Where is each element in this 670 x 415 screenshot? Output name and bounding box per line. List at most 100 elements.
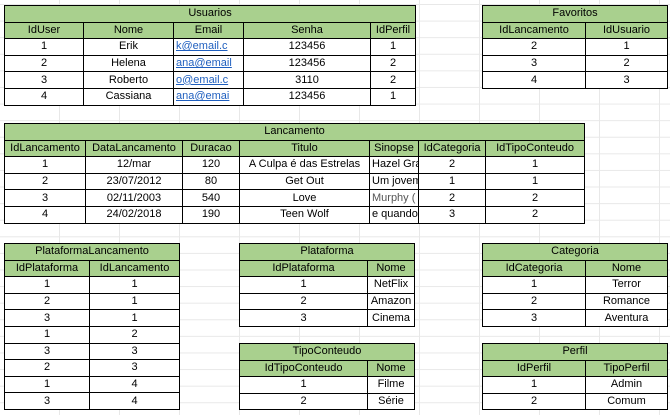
cell[interactable]: 1 [4, 375, 90, 394]
cell[interactable]: 24/02/2018 [85, 205, 183, 224]
cell[interactable]: 3 [482, 309, 586, 327]
column-header[interactable]: IdLancamento [4, 139, 86, 158]
cell[interactable]: Admin [585, 376, 668, 394]
column-header[interactable]: IdPerfil [482, 359, 586, 378]
cell[interactable]: 2 [482, 38, 586, 56]
cell-senha[interactable]: 3110 [243, 71, 371, 89]
cell-iduser[interactable]: 1 [4, 38, 84, 56]
cell[interactable]: 4 [88, 392, 181, 410]
cell[interactable]: 3 [88, 342, 181, 361]
column-header[interactable]: Nome [83, 21, 174, 40]
cell[interactable]: 4 [4, 205, 86, 224]
cell[interactable]: 1 [484, 156, 586, 174]
cell-idperfil[interactable]: 2 [369, 71, 417, 89]
cell[interactable]: 3 [239, 309, 368, 327]
cell[interactable]: 3 [4, 342, 90, 361]
cell-senha[interactable]: 123456 [243, 54, 371, 73]
cell[interactable]: A Culpa é das Estrelas [239, 156, 370, 174]
cell[interactable]: Love [239, 189, 370, 207]
cell[interactable]: 1 [239, 376, 368, 394]
column-header[interactable]: IdUser [4, 21, 84, 40]
column-header[interactable]: IdCategoria [418, 139, 486, 158]
cell-iduser[interactable]: 2 [4, 54, 84, 73]
cell[interactable]: Comum [585, 392, 668, 411]
cell[interactable]: 12/mar [85, 156, 183, 174]
cell-idperfil[interactable]: 1 [369, 38, 417, 56]
cell[interactable]: Série [366, 392, 416, 411]
cell-sinopse[interactable]: Murphy ( [369, 189, 419, 207]
cell[interactable]: 1 [88, 276, 181, 294]
cell[interactable]: 1 [88, 292, 181, 311]
cell[interactable]: 2 [4, 292, 90, 311]
column-header[interactable]: IdTipoConteudo [239, 359, 368, 378]
cell[interactable]: 23/07/2012 [85, 172, 183, 191]
cell[interactable]: 1 [418, 172, 486, 191]
cell[interactable]: Filme [366, 376, 416, 394]
cell[interactable]: 2 [484, 189, 586, 207]
cell[interactable]: Get Out [239, 172, 370, 191]
cell[interactable]: 2 [4, 359, 90, 377]
column-header[interactable]: Nome [366, 359, 416, 378]
cell[interactable]: 2 [585, 54, 668, 73]
cell[interactable]: Terror [584, 276, 669, 294]
column-header[interactable]: Titulo [239, 139, 370, 158]
cell[interactable]: 1 [88, 309, 181, 327]
cell-iduser[interactable]: 4 [4, 87, 84, 106]
cell[interactable]: 190 [182, 205, 240, 224]
cell[interactable]: 540 [182, 189, 240, 207]
cell[interactable]: 3 [482, 54, 586, 73]
cell-nome[interactable]: Erik [83, 38, 174, 56]
cell-email-link[interactable]: ana@email [173, 54, 244, 73]
cell-sinopse[interactable]: e quando [369, 205, 419, 224]
cell-email-link[interactable]: o@email.c [173, 71, 244, 89]
cell[interactable]: NetFlix [366, 276, 416, 294]
cell-email-link[interactable]: k@email.c [173, 38, 244, 56]
cell[interactable]: 2 [88, 325, 181, 344]
cell[interactable]: 3 [4, 392, 90, 410]
column-header[interactable]: Senha [243, 21, 371, 40]
column-header[interactable]: IdPlataforma [4, 259, 90, 278]
cell[interactable]: 3 [4, 189, 86, 207]
cell[interactable]: 2 [239, 392, 368, 411]
cell-senha[interactable]: 123456 [243, 38, 371, 56]
cell[interactable]: 2 [239, 292, 368, 311]
cell[interactable]: 120 [182, 156, 240, 174]
cell[interactable]: 1 [482, 276, 586, 294]
cell[interactable]: 4 [88, 375, 181, 394]
column-header[interactable]: DataLancamento [85, 139, 183, 158]
column-header[interactable]: Sinopse [369, 139, 419, 158]
cell-sinopse[interactable]: Hazel Gra [369, 156, 419, 174]
cell[interactable]: 3 [4, 309, 90, 327]
cell[interactable]: Cinema [366, 309, 416, 327]
cell[interactable]: 1 [482, 376, 586, 394]
cell[interactable]: 4 [482, 71, 586, 89]
cell[interactable]: 02/11/2003 [85, 189, 183, 207]
cell[interactable]: 2 [418, 189, 486, 207]
column-header[interactable]: Email [173, 21, 244, 40]
cell-nome[interactable]: Cassiana [83, 87, 174, 106]
column-header[interactable]: TipoPerfil [585, 359, 668, 378]
cell[interactable]: Aventura [584, 309, 669, 327]
cell-nome[interactable]: Helena [83, 54, 174, 73]
column-header[interactable]: IdUsuario [585, 21, 668, 40]
column-header[interactable]: IdPlataforma [239, 259, 368, 278]
column-header[interactable]: IdCategoria [482, 259, 586, 278]
column-header[interactable]: IdPerfil [369, 21, 417, 40]
cell[interactable]: 1 [484, 172, 586, 191]
column-header[interactable]: Nome [366, 259, 416, 278]
cell[interactable]: 2 [4, 172, 86, 191]
cell[interactable]: 2 [418, 156, 486, 174]
cell[interactable]: 2 [484, 205, 586, 224]
cell-iduser[interactable]: 3 [4, 71, 84, 89]
cell[interactable]: 2 [482, 292, 586, 311]
cell-sinopse[interactable]: Um jovem [369, 172, 419, 191]
cell[interactable]: Teen Wolf [239, 205, 370, 224]
cell-email-link[interactable]: ana@emai [173, 87, 244, 106]
cell-idperfil[interactable]: 2 [369, 54, 417, 73]
cell[interactable]: 1 [4, 276, 90, 294]
cell[interactable]: 80 [182, 172, 240, 191]
cell[interactable]: 1 [4, 325, 90, 344]
cell[interactable]: 3 [418, 205, 486, 224]
cell[interactable]: 2 [482, 392, 586, 411]
cell-nome[interactable]: Roberto [83, 71, 174, 89]
